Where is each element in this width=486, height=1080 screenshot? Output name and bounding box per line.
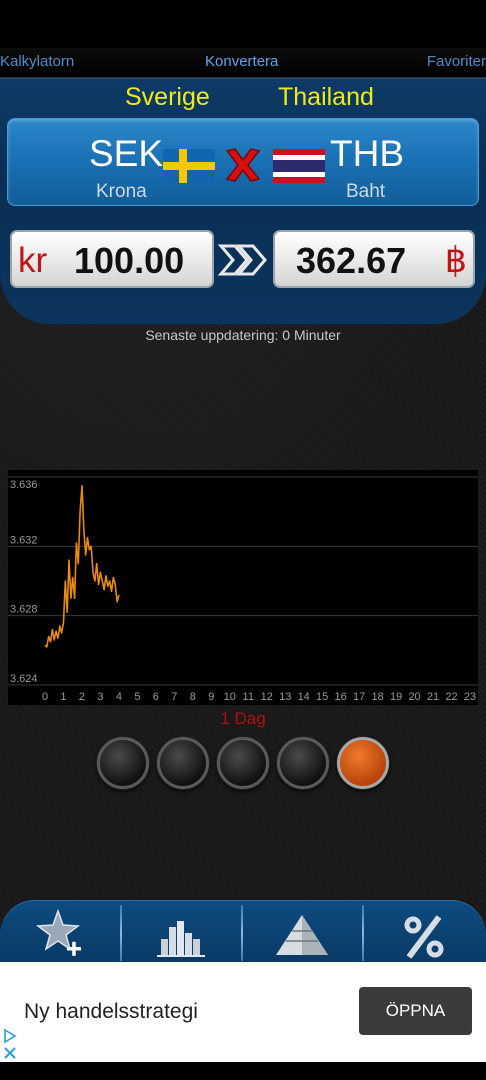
percent-icon <box>404 915 444 959</box>
chart-x-tick-label: 16 <box>335 691 347 703</box>
thailand-flag-icon <box>273 149 325 183</box>
from-amount-value: 100.00 <box>74 240 185 281</box>
chart-x-tick-label: 1 <box>60 691 66 703</box>
to-currency-symbol: ฿ <box>444 241 467 280</box>
chart-x-tick-label: 3 <box>97 691 103 703</box>
bottom-toolbar <box>0 900 486 963</box>
period-button-1[interactable] <box>97 737 149 789</box>
period-button-2[interactable] <box>157 737 209 789</box>
chart-x-tick-label: 0 <box>42 691 48 703</box>
convert-arrows-icon <box>217 244 267 276</box>
swap-icon[interactable] <box>221 143 265 187</box>
top-navigation: Kalkylatorn Konvertera Favoriter <box>0 48 486 78</box>
period-button-4[interactable] <box>277 737 329 789</box>
period-button-5[interactable] <box>337 737 389 789</box>
chart-x-tick-label: 8 <box>190 691 196 703</box>
status-bar <box>0 0 486 48</box>
period-button-3[interactable] <box>217 737 269 789</box>
system-nav-bar <box>0 1062 486 1080</box>
chart-rate-line <box>44 484 120 648</box>
to-currency-name: Baht <box>346 181 386 202</box>
ad-banner[interactable]: Ny handelsstrategi ÖPPNA <box>0 962 486 1062</box>
chart-x-tick-label: 9 <box>208 691 214 703</box>
chart-x-tick-label: 4 <box>116 691 122 703</box>
chart-x-tick-label: 18 <box>371 691 383 703</box>
chart-x-tick-label: 11 <box>243 691 254 703</box>
bar-chart-icon <box>157 921 205 957</box>
from-currency-symbol: kr <box>18 241 48 280</box>
tab-favorites-add[interactable] <box>0 901 121 964</box>
tab-pyramid[interactable] <box>242 901 363 964</box>
nav-favoriter[interactable]: Favoriter <box>427 53 486 70</box>
to-currency-code: THB <box>330 133 404 174</box>
chart-x-tick-label: 15 <box>316 691 328 703</box>
tab-percent[interactable] <box>363 901 484 964</box>
period-label: 1 Dag <box>220 709 266 728</box>
currency-pair-selector[interactable]: SEK Krona THB Baht <box>7 118 479 206</box>
ad-text: Ny handelsstrategi <box>24 1000 198 1023</box>
chart-x-tick-label: 20 <box>408 691 420 703</box>
chart-x-tick-label: 19 <box>390 691 402 703</box>
chart-x-tick-label: 6 <box>153 691 159 703</box>
chart-x-tick-label: 13 <box>279 691 291 703</box>
ad-open-button[interactable]: ÖPPNA <box>359 987 472 1035</box>
sweden-flag-icon <box>163 149 215 183</box>
chart-x-tick-label: 5 <box>134 691 140 703</box>
to-amount-value: 362.67 <box>296 240 407 281</box>
chart-x-tick-label: 10 <box>224 691 236 703</box>
nav-kalkylatorn[interactable]: Kalkylatorn <box>0 53 74 70</box>
chart-x-tick-label: 22 <box>445 691 457 703</box>
from-country[interactable]: Sverige <box>125 83 210 112</box>
last-updated-text: Senaste uppdatering: 0 Minuter <box>145 327 341 343</box>
to-country[interactable]: Thailand <box>278 83 374 112</box>
chart-x-tick-label: 14 <box>298 691 310 703</box>
chart-y-tick-label: 3.636 <box>10 479 38 491</box>
to-amount-field[interactable]: 362.67 ฿ <box>273 230 475 288</box>
chart-y-tick-label: 3.632 <box>10 534 38 546</box>
tab-chart[interactable] <box>121 901 242 964</box>
chart-x-tick-label: 21 <box>427 691 439 703</box>
chart-x-tick-label: 17 <box>353 691 365 703</box>
chart-x-tick-label: 23 <box>464 691 476 703</box>
ad-choices-icon[interactable] <box>3 1028 17 1060</box>
star-add-icon <box>35 908 81 956</box>
chart-x-tick-label: 2 <box>79 691 85 703</box>
from-currency-name: Krona <box>96 181 147 202</box>
chart-x-tick-label: 12 <box>261 691 273 703</box>
chart-y-tick-label: 3.628 <box>10 604 38 616</box>
pyramid-icon <box>276 915 328 955</box>
nav-konvertera[interactable]: Konvertera <box>205 53 278 70</box>
exchange-rate-chart: 3.6243.6283.6323.6360 1 2 3 4 5 6 7 8 9 10 11 12 13 14… <box>8 470 478 705</box>
from-currency-code: SEK <box>89 133 164 174</box>
from-amount-field[interactable]: kr 100.00 <box>10 230 214 288</box>
chart-y-tick-label: 3.624 <box>10 673 38 685</box>
chart-x-tick-label: 7 <box>171 691 177 703</box>
